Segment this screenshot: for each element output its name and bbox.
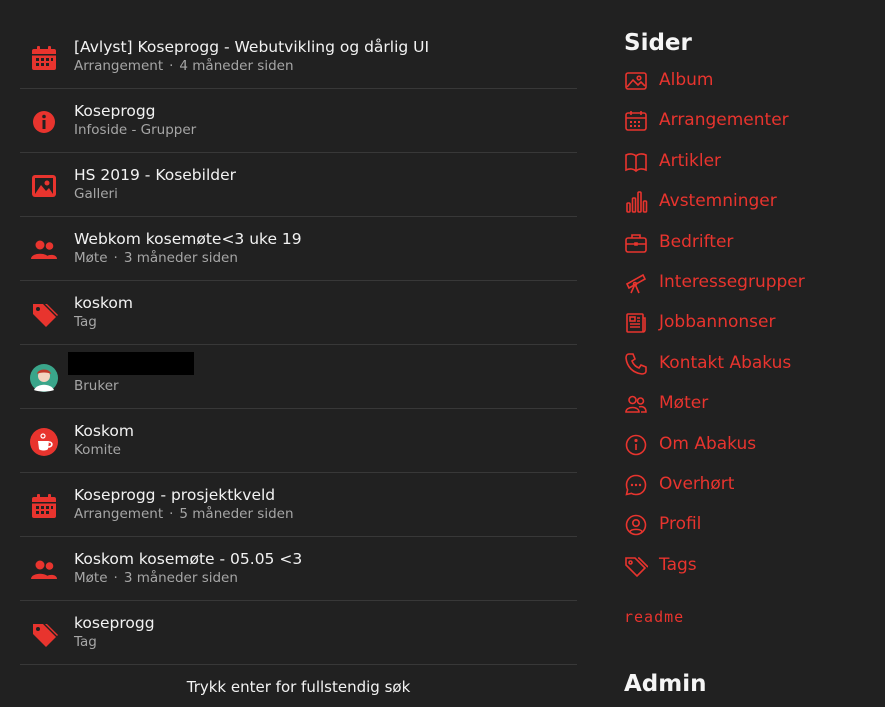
result-meta: Arrangement · 4 måneder siden [74, 58, 294, 74]
result-row[interactable]: [Avlyst] Koseprogg - Webutvikling og dår… [20, 25, 577, 89]
sidebar-item-jobbannonser[interactable]: Jobbannonser [624, 301, 874, 341]
sidebar-item-album[interactable]: Album [624, 59, 874, 99]
result-meta: Galleri [74, 186, 118, 202]
result-title: Koseprogg - prosjektkveld [74, 486, 276, 504]
result-meta: Infoside - Grupper [74, 122, 197, 138]
readme-link[interactable]: readme [624, 608, 684, 626]
koskom-logo [30, 428, 58, 456]
newspaper-icon [624, 311, 648, 335]
result-row[interactable]: Koseprogg - prosjektkveld Arrangement · 5 … [20, 473, 577, 537]
tag-icon [30, 620, 58, 648]
tag-icon [30, 300, 58, 328]
result-row[interactable]: HS 2019 - Kosebilder Galleri [20, 153, 577, 217]
result-meta: Tag [74, 634, 97, 650]
sidebar-item-avstemninger[interactable]: Avstemninger [624, 180, 874, 220]
sidebar-item-artikler[interactable]: Artikler [624, 140, 874, 180]
result-title: Webkom kosemøte<3 uke 19 [74, 230, 302, 248]
result-title: Koskom kosemøte - 05.05 <3 [74, 550, 303, 568]
result-title: [Avlyst] Koseprogg - Webutvikling og dår… [74, 38, 430, 56]
calendar-icon [624, 109, 648, 133]
result-row[interactable]: Webkom kosemøte<3 uke 19 Møte · 3 måneder … [20, 217, 577, 281]
result-title: koskom [74, 294, 133, 312]
result-title: HS 2019 - Kosebilder [74, 166, 237, 184]
admin-heading: Admin [624, 671, 707, 697]
briefcase-icon [624, 231, 648, 255]
bar-chart-icon [624, 190, 648, 214]
result-title: Koseprogg [74, 102, 156, 120]
sidebar-heading: Sider [624, 30, 692, 56]
sidebar-item-overhort[interactable]: Overhørt [624, 463, 874, 503]
search-hint: Trykk enter for fullstendig søk [186, 678, 411, 696]
sidebar-item-interessegrupper[interactable]: Interessegrupper [624, 261, 874, 301]
calendar-icon [30, 44, 58, 72]
result-row[interactable]: Bruker [20, 345, 577, 409]
tag-icon [624, 554, 648, 578]
calendar-icon [30, 492, 58, 520]
people-icon [30, 236, 58, 264]
result-title: Koskom [74, 422, 134, 440]
sidebar-item-tags[interactable]: Tags [624, 544, 874, 584]
result-row[interactable]: koseprogg Tag [20, 601, 577, 665]
chat-bubble-icon [624, 473, 648, 497]
search-results: [Avlyst] Koseprogg - Webutvikling og dår… [20, 25, 577, 665]
redacted-name [68, 352, 194, 375]
telescope-icon [624, 271, 648, 295]
sidebar-item-bedrifter[interactable]: Bedrifter [624, 221, 874, 261]
sidebar-item-moter[interactable]: Møter [624, 382, 874, 422]
sidebar-item-profil[interactable]: Profil [624, 503, 874, 543]
avatar [30, 364, 58, 392]
sidebar-item-kontakt-abakus[interactable]: Kontakt Abakus [624, 342, 874, 382]
people-icon [30, 556, 58, 584]
result-meta: Bruker [74, 378, 119, 394]
info-icon [30, 108, 58, 136]
book-icon [624, 150, 648, 174]
result-row[interactable]: Koskom kosemøte - 05.05 <3 Møte · 3 månede… [20, 537, 577, 601]
result-row[interactable]: koskom Tag [20, 281, 577, 345]
sidebar-item-om-abakus[interactable]: Om Abakus [624, 423, 874, 463]
image-icon [624, 69, 648, 93]
result-meta: Komite [74, 442, 121, 458]
result-row[interactable]: Koseprogg Infoside - Grupper [20, 89, 577, 153]
info-icon [624, 433, 648, 457]
result-meta: Møte · 3 måneder siden [74, 570, 238, 586]
sidebar-pages: Sider Album Arrangementer Artikler Avste… [624, 30, 874, 626]
result-meta: Tag [74, 314, 97, 330]
people-icon [624, 392, 648, 416]
result-title: koseprogg [74, 614, 155, 632]
user-circle-icon [624, 513, 648, 537]
sidebar-item-arrangementer[interactable]: Arrangementer [624, 99, 874, 139]
result-meta: Arrangement · 5 måneder siden [74, 506, 294, 522]
result-meta: Møte · 3 måneder siden [74, 250, 238, 266]
phone-icon [624, 352, 648, 376]
result-row[interactable]: Koskom Komite [20, 409, 577, 473]
image-icon [30, 172, 58, 200]
